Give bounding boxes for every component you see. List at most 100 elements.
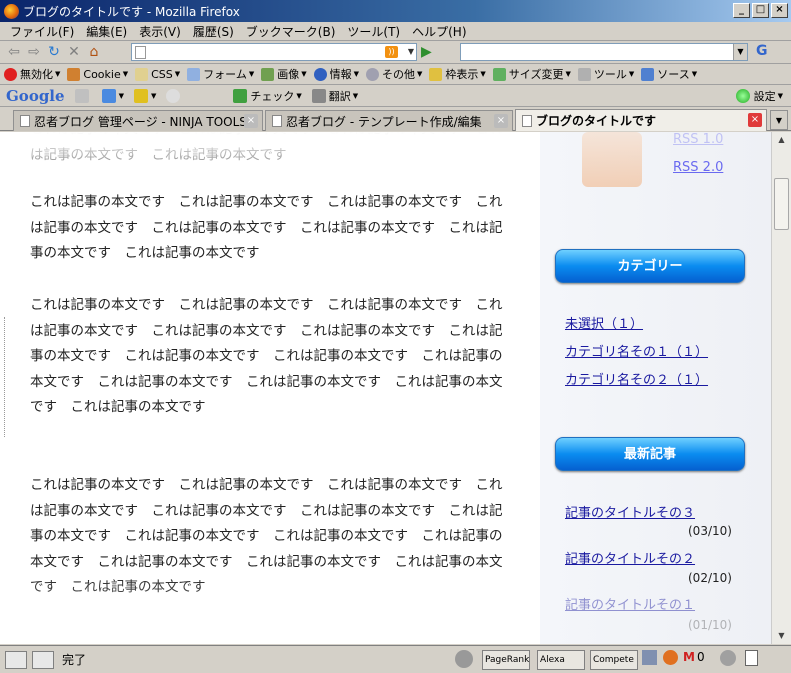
blog-sidebar: RSS 1.0 RSS 2.0 カテゴリー 未選択（１） カテゴリ名その１（１）… (540, 132, 771, 644)
image-icon (261, 67, 275, 81)
firefox-addon-icon[interactable] (663, 650, 678, 665)
close-tab-icon[interactable]: × (494, 114, 508, 128)
search-engine-icon[interactable]: G (756, 43, 778, 61)
maximize-button[interactable]: □ (752, 3, 769, 18)
menu-view[interactable]: 表示(V) (133, 23, 187, 40)
dev-misc[interactable]: その他 ▼ (366, 66, 422, 82)
tab-blog-title[interactable]: ブログのタイトルです × (515, 109, 767, 131)
forward-icon[interactable]: ⇨ (24, 43, 44, 61)
tab-list-button[interactable]: ▼ (770, 110, 788, 130)
gmail-icon[interactable]: M0 (683, 650, 705, 664)
google-logo[interactable]: Google (6, 87, 65, 105)
status-text: 完了 (62, 653, 87, 667)
misc-icon (366, 67, 380, 81)
pagerank-meter[interactable]: PageRank (482, 650, 530, 670)
rss1-link[interactable]: RSS 1.0 (673, 132, 723, 147)
home-icon[interactable]: ⌂ (84, 43, 104, 61)
document-icon[interactable] (745, 650, 758, 666)
dev-info[interactable]: 情報 ▼ (313, 66, 359, 82)
minimize-button[interactable]: _ (733, 3, 750, 18)
page-icon (135, 45, 146, 59)
article-paragraph: これは記事の本文です これは記事の本文です これは記事の本文です これは記事の本… (30, 132, 503, 163)
reload-icon[interactable]: ↻ (44, 43, 64, 61)
tab-template-edit[interactable]: 忍者ブログ - テンプレート作成/編集 × (265, 110, 513, 131)
menu-history[interactable]: 履歴(S) (187, 23, 240, 40)
dev-outline[interactable]: 枠表示 ▼ (429, 66, 486, 82)
dev-tools[interactable]: ツール ▼ (577, 66, 634, 82)
menu-bookmarks[interactable]: ブックマーク(B) (240, 23, 342, 40)
close-tab-icon[interactable]: × (244, 114, 258, 128)
window-titlebar: ブログのタイトルです - Mozilla Firefox _ □ × (0, 0, 791, 22)
clock-icon[interactable] (166, 88, 183, 103)
settings-icon (735, 89, 750, 103)
translate-button[interactable]: 翻訳 ▼ (311, 88, 358, 104)
dev-source[interactable]: ソース ▼ (641, 66, 697, 82)
recent-post-date: (01/10) (688, 618, 732, 632)
spell-check-button[interactable]: チェック ▼ (233, 88, 302, 104)
page-content: これは記事の本文です これは記事の本文です これは記事の本文です これは記事の本… (0, 132, 771, 644)
alexa-meter[interactable]: Alexa (537, 650, 585, 670)
grid-icon[interactable] (642, 650, 657, 665)
recent-post-link[interactable]: 記事のタイトルその２ (565, 548, 695, 567)
navigation-toolbar: ⇦ ⇨ ↻ ✕ ⌂ )) ▼ ▶ ▼ G (0, 41, 791, 64)
dev-css[interactable]: CSS ▼ (135, 67, 180, 81)
dev-cookie[interactable]: Cookie ▼ (67, 67, 128, 81)
url-bar[interactable]: )) ▼ (131, 43, 417, 61)
close-tab-icon[interactable]: × (748, 113, 762, 127)
recent-post-date: (02/10) (688, 571, 732, 585)
close-button[interactable]: × (771, 3, 788, 18)
scroll-up-icon[interactable]: ▲ (772, 132, 791, 148)
disable-js-icon[interactable] (720, 650, 736, 666)
category-heading: カテゴリー (555, 249, 745, 283)
back-icon[interactable]: ⇦ (4, 43, 24, 61)
bookmark-add-icon[interactable]: ▼ (133, 88, 156, 103)
chevron-down-icon[interactable]: ▼ (408, 47, 414, 56)
vertical-scrollbar[interactable]: ▲ ▼ (771, 132, 791, 644)
wrench-icon (577, 67, 591, 81)
scroll-thumb[interactable] (774, 178, 789, 230)
tab-ninja-tools[interactable]: 忍者ブログ 管理ページ - NINJA TOOLS × (13, 110, 263, 131)
cursor-icon[interactable] (32, 650, 54, 669)
rss-feed-icon[interactable]: )) (385, 46, 398, 58)
category-link[interactable]: カテゴリ名その１（１） (565, 341, 708, 360)
seo-icon[interactable] (455, 650, 473, 668)
window-title: ブログのタイトルです - Mozilla Firefox (23, 4, 240, 19)
cookie-icon (67, 67, 81, 81)
go-icon[interactable]: ▶ (421, 44, 432, 60)
tab-bar: 忍者ブログ 管理ページ - NINJA TOOLS × 忍者ブログ - テンプレ… (0, 107, 791, 131)
firefox-icon (4, 3, 19, 19)
dev-resize[interactable]: サイズ変更 ▼ (492, 66, 571, 82)
settings-button[interactable]: 設定 ▼ (735, 88, 783, 104)
menu-file[interactable]: ファイル(F) (4, 23, 80, 40)
stop-icon[interactable]: ✕ (64, 43, 84, 61)
article-paragraph: これは記事の本文です これは記事の本文です これは記事の本文です これは記事の本… (30, 194, 503, 262)
category-link[interactable]: 未選択（１） (565, 313, 643, 332)
dev-images[interactable]: 画像 ▼ (261, 66, 307, 82)
google-toolbar: Google ▼ ▼ チェック ▼ 翻訳 ▼ 設定 ▼ (0, 85, 791, 107)
category-link[interactable]: カテゴリ名その２（１） (565, 369, 708, 388)
status-bar: 完了 PageRank Alexa Compete M0 (0, 645, 791, 673)
chevron-down-icon[interactable]: ▼ (733, 44, 747, 60)
menu-edit[interactable]: 編集(E) (80, 23, 133, 40)
recent-post-link[interactable]: 記事のタイトルその１ (565, 594, 695, 613)
translate-icon (311, 88, 326, 103)
menu-help[interactable]: ヘルプ(H) (406, 23, 472, 40)
scroll-down-icon[interactable]: ▼ (772, 628, 791, 644)
article-paragraph: これは記事の本文です これは記事の本文です これは記事の本文です これは記事の本… (30, 296, 503, 416)
search-input[interactable]: ▼ (460, 43, 748, 61)
search-history-icon[interactable]: ▼ (101, 88, 124, 103)
css-icon (135, 67, 149, 81)
rss2-link[interactable]: RSS 2.0 (673, 160, 723, 175)
recent-post-link[interactable]: 記事のタイトルその３ (565, 502, 695, 521)
eraser-icon[interactable] (74, 88, 92, 103)
sidebar-toggle-icon[interactable] (5, 650, 27, 669)
sidebar-grip[interactable] (4, 317, 7, 437)
recent-posts-heading: 最新記事 (555, 437, 745, 471)
compete-meter[interactable]: Compete (590, 650, 638, 670)
article-paragraph: これは記事の本文です これは記事の本文です これは記事の本文です これは記事の本… (30, 476, 503, 596)
dev-disable[interactable]: 無効化 ▼ (4, 66, 60, 82)
gmail-count: 0 (696, 650, 705, 664)
menu-tools[interactable]: ツール(T) (341, 23, 406, 40)
pencil-icon (429, 67, 443, 81)
dev-forms[interactable]: フォーム ▼ (187, 66, 254, 82)
